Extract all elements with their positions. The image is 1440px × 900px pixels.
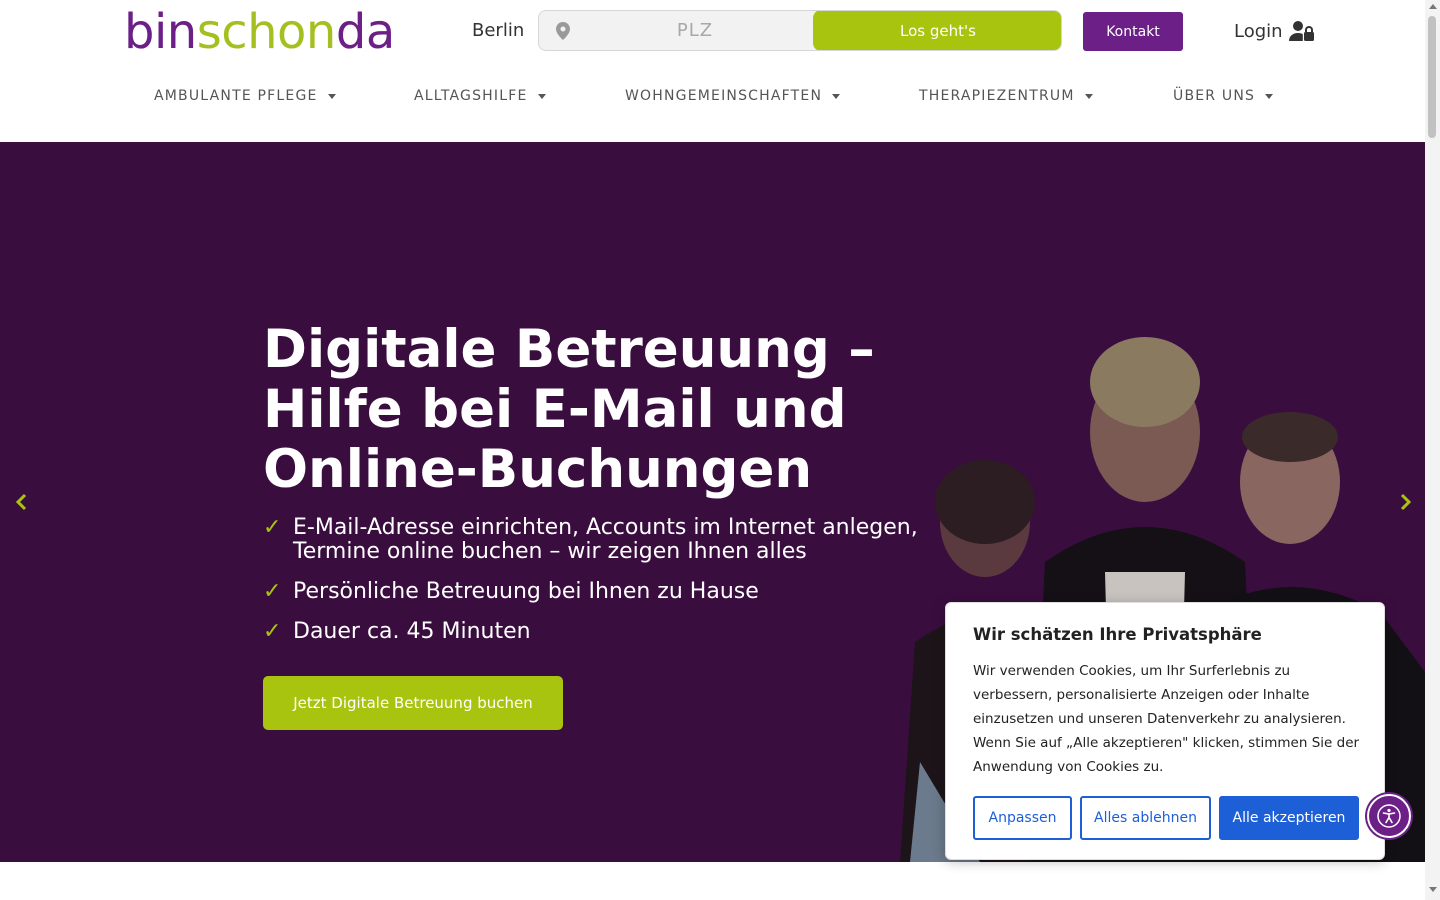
list-item: ✓ Persönliche Betreuung bei Ihnen zu Haus… bbox=[263, 580, 1003, 604]
logo-part-bin: bin bbox=[124, 4, 197, 60]
caret-down-icon bbox=[1265, 93, 1274, 99]
accessibility-icon bbox=[1377, 804, 1401, 828]
user-lock-icon bbox=[1288, 21, 1314, 41]
caret-down-icon bbox=[1084, 93, 1093, 99]
hero-bullet-list: ✓ E-Mail-Adresse einrichten, Accounts im … bbox=[263, 516, 1003, 660]
nav-item-therapiezentrum[interactable]: THERAPIEZENTRUM bbox=[919, 88, 1093, 104]
nav-item-label: ÜBER UNS bbox=[1173, 88, 1256, 104]
checkmark-icon: ✓ bbox=[263, 515, 282, 540]
accessibility-button[interactable] bbox=[1367, 794, 1411, 838]
map-pin-icon bbox=[556, 22, 570, 40]
nav-item-label: ALLTAGSHILFE bbox=[414, 88, 528, 104]
scrollbar-thumb[interactable] bbox=[1428, 16, 1436, 138]
chevron-right-icon[interactable] bbox=[1395, 492, 1415, 512]
cookie-consent-dialog: Wir schätzen Ihre Privatsphäre Wir verwe… bbox=[945, 602, 1385, 860]
page-scrollbar[interactable] bbox=[1425, 0, 1440, 900]
nav-item-ambulante-pflege[interactable]: AMBULANTE PFLEGE bbox=[154, 88, 336, 104]
caret-down-icon bbox=[832, 93, 841, 99]
cookie-title: Wir schätzen Ihre Privatsphäre bbox=[973, 625, 1262, 644]
chevron-left-icon[interactable] bbox=[12, 492, 32, 512]
cookie-customize-button[interactable]: Anpassen bbox=[973, 796, 1072, 840]
list-item: ✓ Dauer ca. 45 Minuten bbox=[263, 620, 1003, 644]
nav-item-label: THERAPIEZENTRUM bbox=[919, 88, 1075, 104]
cookie-reject-button[interactable]: Alles ablehnen bbox=[1080, 796, 1211, 840]
caret-down-icon bbox=[537, 93, 546, 99]
cookie-text: Wir verwenden Cookies, um Ihr Surferlebn… bbox=[973, 663, 1360, 775]
checkmark-icon: ✓ bbox=[263, 619, 282, 644]
caret-down-icon bbox=[327, 93, 336, 99]
login-label: Login bbox=[1234, 20, 1283, 42]
bullet-text: E-Mail-Adresse einrichten, Accounts im I… bbox=[293, 515, 918, 564]
bullet-text: Dauer ca. 45 Minuten bbox=[293, 619, 531, 644]
nav-item-label: WOHNGEMEINSCHAFTEN bbox=[625, 88, 823, 104]
nav-item-label: AMBULANTE PFLEGE bbox=[154, 88, 318, 104]
contact-button[interactable]: Kontakt bbox=[1083, 12, 1183, 51]
book-digital-care-button[interactable]: Jetzt Digitale Betreuung buchen bbox=[263, 676, 563, 730]
nav-item-alltagshilfe[interactable]: ALLTAGSHILFE bbox=[414, 88, 546, 104]
bullet-text: Persönliche Betreuung bei Ihnen zu Hause bbox=[293, 579, 759, 604]
cookie-accept-button[interactable]: Alle akzeptieren bbox=[1219, 796, 1359, 840]
city-label: Berlin bbox=[472, 20, 525, 41]
checkmark-icon: ✓ bbox=[263, 579, 282, 604]
main-nav: AMBULANTE PFLEGE ALLTAGSHILFE WOHNGEMEIN… bbox=[0, 88, 1425, 112]
hero-title: Digitale Betreuung – Hilfe bei E-Mail un… bbox=[263, 319, 875, 500]
list-item: ✓ E-Mail-Adresse einrichten, Accounts im … bbox=[263, 516, 1003, 564]
nav-item-ueber-uns[interactable]: ÜBER UNS bbox=[1173, 88, 1274, 104]
logo[interactable]: binschonda bbox=[124, 4, 395, 60]
scroll-down-icon[interactable] bbox=[1429, 887, 1437, 892]
zip-input[interactable] bbox=[579, 11, 811, 50]
page: binschonda Berlin Los geht's Kontakt Log… bbox=[0, 0, 1440, 900]
logo-part-schon: schon bbox=[196, 4, 337, 60]
zip-search: Los geht's bbox=[538, 10, 1062, 51]
logo-part-da: da bbox=[335, 4, 395, 60]
login-link[interactable]: Login bbox=[1234, 20, 1315, 42]
nav-item-wohngemeinschaften[interactable]: WOHNGEMEINSCHAFTEN bbox=[625, 88, 841, 104]
scroll-up-icon[interactable] bbox=[1429, 4, 1437, 9]
search-submit-button[interactable]: Los geht's bbox=[813, 11, 1061, 50]
